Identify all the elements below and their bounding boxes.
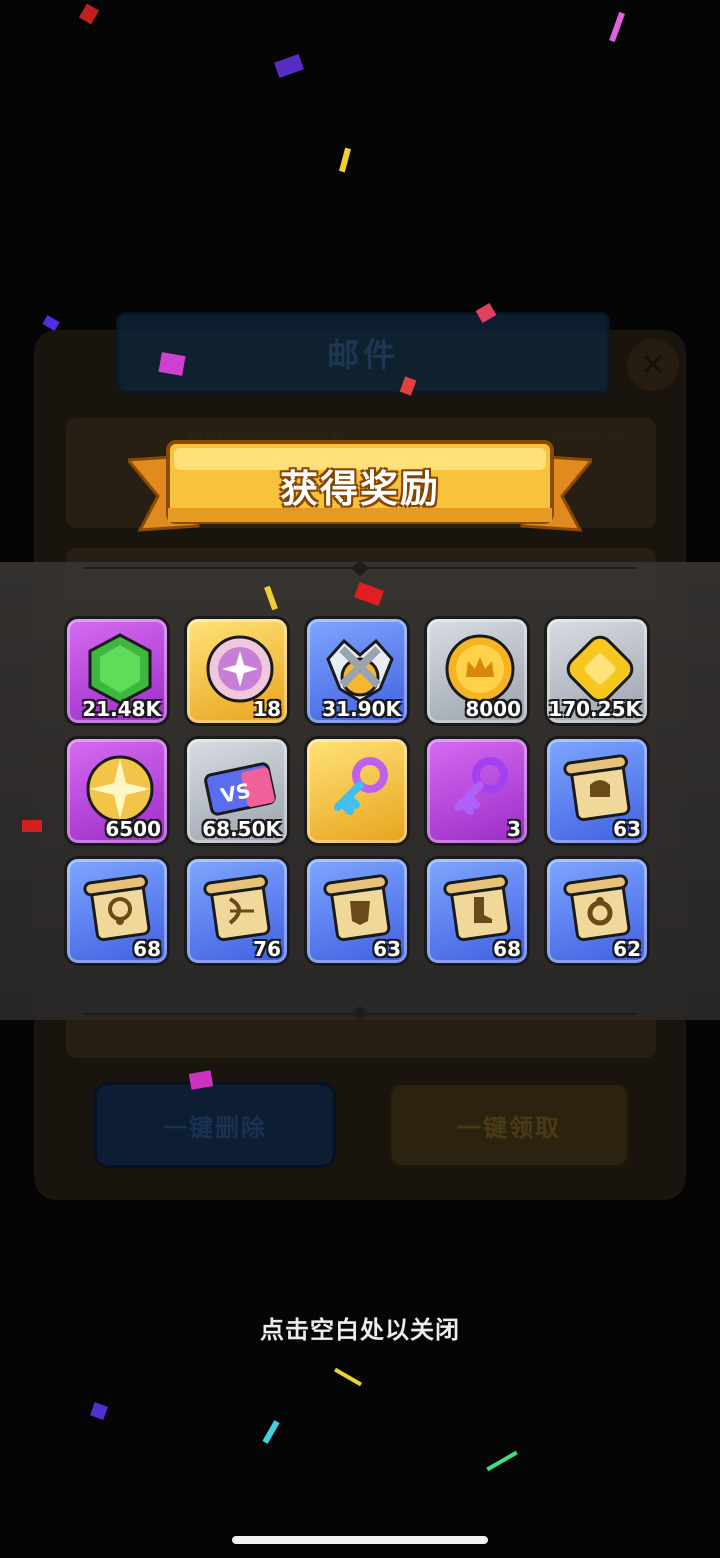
reward-item[interactable]: VS 68.50K [184,736,290,846]
reward-item-quantity: 21.48K [82,697,161,721]
reward-item[interactable]: 62 [544,856,650,966]
reward-item-quantity: 18 [253,697,281,721]
close-icon: ✕ [640,347,666,383]
home-indicator[interactable] [232,1536,488,1544]
mail-close-button[interactable]: ✕ [624,336,682,394]
confetti [78,3,100,25]
reward-item[interactable]: 8000 [424,616,530,726]
confetti [274,54,304,78]
reward-item-quantity: 68 [493,937,521,961]
reward-item[interactable] [304,736,410,846]
confetti [334,1367,362,1387]
reward-item-quantity: 63 [613,817,641,841]
reward-title: 获得奖励 [279,467,440,511]
reward-item-quantity: 62 [613,937,641,961]
reward-item[interactable]: 31.90K [304,616,410,726]
claim-all-button[interactable]: 一键领取 [388,1082,630,1168]
confetti [42,315,60,331]
delete-all-button[interactable]: 一键删除 [94,1082,336,1168]
reward-item-quantity: 8000 [465,697,521,721]
reward-item[interactable]: 6500 [64,736,170,846]
reward-item-quantity: 68.50K [202,817,281,841]
reward-item-quantity: 76 [253,937,281,961]
confetti [90,1402,108,1420]
reward-item[interactable]: 68 [424,856,530,966]
reward-item-quantity: 6500 [105,817,161,841]
reward-item[interactable]: 68 [64,856,170,966]
reward-item[interactable]: 3 [424,736,530,846]
reward-item[interactable]: 170.25K [544,616,650,726]
reward-item[interactable]: 18 [184,616,290,726]
confetti [609,11,625,43]
confetti [158,352,186,376]
reward-item[interactable]: 21.48K [64,616,170,726]
reward-item-quantity: 170.25K [548,697,641,721]
reward-item-quantity: 63 [373,937,401,961]
confetti [22,820,42,832]
reward-item[interactable]: 76 [184,856,290,966]
close-hint[interactable]: 点击空白处以关闭 [0,1310,720,1345]
mail-header: 邮件 [116,312,610,394]
rainbow-key-icon [320,749,400,829]
confetti [486,1450,518,1472]
reward-item[interactable]: 63 [304,856,410,966]
reward-item-quantity: 3 [507,817,521,841]
reward-banner: 获得奖励 [128,438,592,538]
reward-item-quantity: 68 [133,937,161,961]
reward-item-quantity: 31.90K [322,697,401,721]
reward-item[interactable]: 63 [544,736,650,846]
confetti [338,147,352,173]
confetti [262,1420,280,1444]
mail-title: 邮件 [326,336,399,374]
